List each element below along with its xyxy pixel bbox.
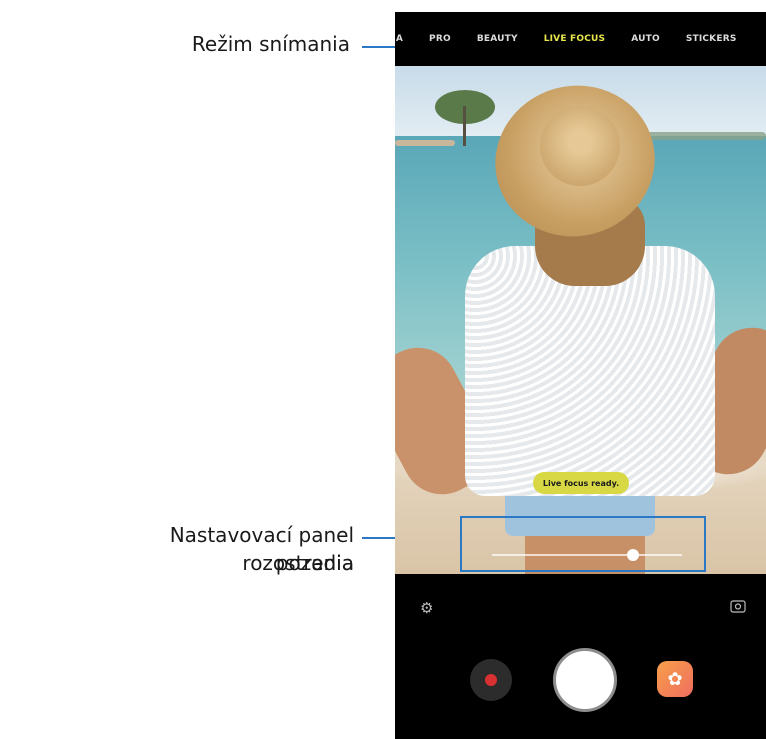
mode-callout-line xyxy=(362,46,395,48)
mode-item-beauty[interactable]: BEAUTY xyxy=(477,34,518,44)
mode-bar: ...A PRO BEAUTY LIVE FOCUS AUTO STICKERS xyxy=(395,12,766,66)
tree-trunk xyxy=(463,106,466,146)
shutter-button[interactable] xyxy=(553,648,617,712)
camera-screen: ...A PRO BEAUTY LIVE FOCUS AUTO STICKERS… xyxy=(395,12,766,739)
sandbar xyxy=(395,140,455,146)
blur-callout-label-line2: pozadia xyxy=(275,551,354,575)
background-blur-panel xyxy=(460,516,706,572)
mode-item-stickers[interactable]: STICKERS xyxy=(686,34,737,44)
mode-callout-label: Režim snímania xyxy=(191,32,350,56)
gear-icon[interactable]: ⚙ xyxy=(420,599,433,617)
bixby-flower-icon: ✿ xyxy=(667,668,683,689)
blur-slider-track[interactable] xyxy=(492,554,682,556)
blur-slider-thumb[interactable] xyxy=(626,549,639,561)
live-focus-toast: Live focus ready. xyxy=(533,472,629,494)
viewfinder[interactable]: Live focus ready. xyxy=(395,66,766,574)
subject-hat-crown xyxy=(540,106,620,186)
mode-item-auto[interactable]: AUTO xyxy=(631,34,660,44)
camera-controls: ⚙ ✿ xyxy=(395,574,766,739)
mode-item-pro[interactable]: PRO xyxy=(429,34,451,44)
switch-camera-icon[interactable] xyxy=(730,599,746,617)
mode-item-partial[interactable]: ...A xyxy=(395,34,403,44)
record-icon xyxy=(485,674,497,686)
mode-item-live-focus[interactable]: LIVE FOCUS xyxy=(544,34,606,44)
bixby-vision-button[interactable]: ✿ xyxy=(657,661,693,697)
record-button[interactable] xyxy=(470,659,512,701)
